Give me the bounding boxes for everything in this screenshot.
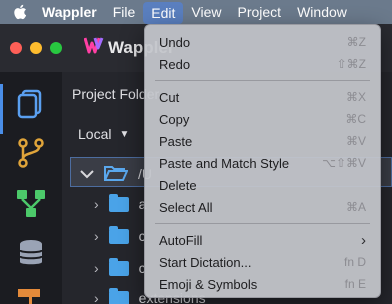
menu-project[interactable]: Project (230, 0, 290, 24)
menu-item-label: Emoji & Symbols (159, 276, 258, 292)
folder-icon (108, 287, 129, 304)
menu-item-start-dictation[interactable]: Start Dictation... fn D (145, 251, 380, 273)
minimize-window-button[interactable] (30, 42, 42, 54)
folder-open-icon (103, 164, 129, 184)
menu-item-shortcut: fn E (344, 277, 366, 291)
location-select-value: Local (78, 126, 112, 142)
folder-icon (108, 225, 129, 244)
caret-down-icon: ▼ (119, 128, 130, 140)
menu-item-label: Start Dictation... (159, 254, 252, 270)
flow-icon[interactable] (14, 186, 48, 220)
menu-file[interactable]: File (105, 0, 144, 24)
menu-item-shortcut: fn D (343, 255, 366, 269)
menu-item-emoji-symbols[interactable]: Emoji & Symbols fn E (145, 273, 380, 295)
folder-icon (108, 257, 129, 276)
menu-item-shortcut: ⌘C (345, 112, 366, 126)
tree-item[interactable]: › a (94, 193, 146, 212)
chevron-right-icon[interactable]: › (94, 196, 99, 212)
tree-item[interactable]: › c (94, 225, 146, 244)
menu-edit[interactable]: Edit (143, 1, 184, 24)
menu-item-shortcut: ⌘X (345, 90, 366, 104)
menu-item-autofill[interactable]: AutoFill › (145, 229, 380, 251)
menu-item-label: Cut (159, 89, 180, 105)
location-select[interactable]: Local ▼ (78, 126, 129, 142)
zoom-window-button[interactable] (50, 42, 62, 54)
close-window-button[interactable] (10, 42, 22, 54)
edit-menu: Undo ⌘Z Redo ⇧⌘Z Cut ⌘X Copy ⌘C Paste ⌘V… (144, 24, 381, 298)
menu-item-paste-and-match-style[interactable]: Paste and Match Style ⌥⇧⌘V (145, 152, 380, 174)
active-indicator (0, 84, 3, 134)
git-branch-icon[interactable] (14, 136, 48, 170)
menu-item-label: AutoFill (159, 232, 203, 248)
routes-icon[interactable] (14, 284, 48, 304)
menu-item-label: Paste (159, 133, 193, 149)
menu-item-shortcut: ⌘Z (346, 35, 366, 49)
wappler-logo-icon (83, 36, 104, 59)
menu-item-select-all[interactable]: Select All ⌘A (145, 196, 380, 218)
menu-app-name[interactable]: Wappler (34, 0, 105, 24)
apple-icon[interactable] (8, 4, 32, 20)
menu-item-shortcut: ⇧⌘Z (336, 57, 366, 71)
menu-item-label: Copy (159, 111, 190, 127)
menu-item-cut[interactable]: Cut ⌘X (145, 86, 380, 108)
menu-item-delete[interactable]: Delete (145, 174, 380, 196)
chevron-down-icon[interactable] (80, 166, 94, 182)
tree-root[interactable]: /U (80, 164, 152, 184)
menu-item-redo[interactable]: Redo ⇧⌘Z (145, 53, 380, 75)
menu-item-shortcut: ⌘A (345, 200, 366, 214)
menu-item-paste[interactable]: Paste ⌘V (145, 130, 380, 152)
activity-bar (0, 72, 62, 304)
menu-view[interactable]: View (183, 0, 229, 24)
database-icon[interactable] (14, 236, 48, 270)
menu-item-label: Delete (159, 177, 197, 193)
chevron-right-icon[interactable]: › (94, 260, 99, 276)
menu-item-shortcut: ⌘V (345, 134, 366, 148)
menu-item-copy[interactable]: Copy ⌘C (145, 108, 380, 130)
menu-item-undo[interactable]: Undo ⌘Z (145, 31, 380, 53)
screen: Wappler File Edit View Project Window Wa… (0, 0, 392, 304)
menu-item-shortcut: ⌥⇧⌘V (322, 156, 366, 170)
menu-bar: Wappler File Edit View Project Window (0, 0, 392, 24)
files-icon[interactable] (14, 86, 48, 120)
tree-item[interactable]: › c (94, 257, 146, 276)
menu-item-label: Undo (159, 34, 191, 50)
chevron-right-icon[interactable]: › (94, 290, 99, 304)
menu-separator (155, 80, 370, 81)
folder-icon (108, 193, 129, 212)
menu-window[interactable]: Window (289, 0, 355, 24)
menu-item-label: Select All (159, 199, 213, 215)
chevron-right-icon[interactable]: › (94, 228, 99, 244)
menu-item-label: Paste and Match Style (159, 155, 290, 171)
menu-item-label: Redo (159, 56, 191, 72)
submenu-arrow-icon: › (361, 231, 366, 249)
menu-separator (155, 223, 370, 224)
